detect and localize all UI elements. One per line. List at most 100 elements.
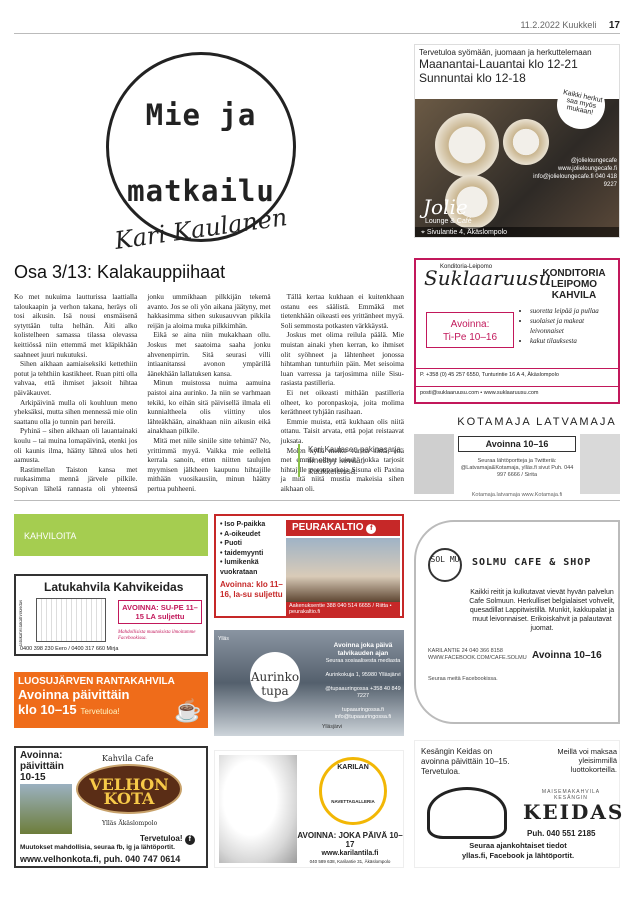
paragraph: Mitä met niile siniile sitte tehimä? No,… [147,435,271,493]
jolie-tagline: Tervetuloa syömään, juomaan ja herkuttel… [419,48,592,57]
list-item: • A-oikeudet [220,530,261,538]
goat-photo [219,755,297,863]
article-headline: Osa 3/13: Kalakauppiihaat [14,262,226,282]
jolie-brand-sub: Lounge & Café [425,218,472,225]
jolie-ad[interactable]: Tervetuloa syömään, juomaan ja herkuttel… [414,44,620,238]
latu-open: AVOINNA: SU-PE 11–15 LA suljettu [118,600,202,624]
kids-photo [20,784,72,834]
velhon-web[interactable]: www.velhonkota.fi, puh. 040 747 0614 [20,854,180,864]
logo-line1: Mie ja [145,98,257,132]
list-item: • Iso P-paikka [220,521,266,528]
kota-open: Avoinna 10–16 [458,436,576,452]
solmu-body: Kaikki reitit ja kulkutavat vievät hyvän… [469,589,615,632]
kota-photo-right [580,434,620,494]
karilan-address: 040 589 638, Karilantie 31, Äkäslompolo [309,859,391,864]
paragraph: Joskus met olima reilula päälä. Mie muis… [280,330,404,388]
solmu-address: KARILANTIE 24 040 366 8158 WWW.FACEBOOK.… [428,648,527,661]
peura-services: • Iso P-paikka • A-oikeudet • Puoti • ta… [220,520,282,577]
list-item: kakut tilauksesta [530,336,616,346]
karilan-seal: KARILAN NAVETTAGALLERIA [319,757,387,825]
aurinkotupa-ad[interactable]: Ylläs Aurinko tupa Avoinna joka päivä ta… [214,630,404,736]
suklaa-contact: P. +358 (0) 45 257 6550, Tunturintie 16 … [416,368,618,378]
cabin-photo [286,538,400,602]
karilan-web[interactable]: www.karilantila.fi [297,850,403,857]
luosujarvi-ad[interactable]: LUOSUJÄRVEN RANTAKAHVILA Avoinna päivitt… [14,672,208,728]
velhon-place: Ylläs Äkäslompolo [102,820,158,827]
peura-title: PEURAKALTIO f [286,520,400,536]
jolie-address: ⌖ Sivulantie 4, Äkäslompolo [415,227,619,237]
suklaa-open-label: Avoinna: [450,319,490,330]
list-item: suolaiset ja makeat leivonnaiset [530,316,616,336]
aurinko-logo: Aurinko tupa [250,652,300,702]
page-number: 17 [608,20,620,31]
kota-photo-left [414,434,454,494]
luos-welcome: Tervetuloa! [80,707,120,716]
paragraph: Ko met nukuima lautturissa laattialla ta… [14,292,138,359]
paragraph: Pyhinä – sihen aikhaan oli lauantainaki … [14,426,138,465]
series-note: Kari Kaulasen pakinasarja ilmestyy kevää… [298,444,402,477]
solmu-open: Avoinna 10–16 [532,650,602,661]
section-label-kahviloita: KAHVILOITA [14,514,208,556]
latu-title: Latukahvila Kahvikeidas [44,580,184,594]
keidas-follow1: Seuraa ajankohtaiset tiedot [469,841,567,850]
solmu-ad[interactable]: SOL MU SOLMU CAFE & SHOP Kaikki reitit j… [414,520,620,724]
peura-open: Avoinna: klo 11–16, la-su suljettu [220,580,283,599]
facebook-icon[interactable]: f [184,835,195,845]
latu-side-text: latukahvilakahvikeidas [19,599,24,646]
solmu-circle-logo: SOL MU [428,548,462,582]
keidas-logo-mark [427,787,507,839]
luos-title: LUOSUJÄRVEN RANTAKAHVILA [18,676,175,687]
list-item: • taidemyynti [220,549,264,557]
paragraph: Arkipäivinä mulla oli kouhluun meno yhek… [14,397,138,426]
suklaa-items: suoretta leipää ja pullaa suolaiset ja m… [520,306,616,346]
kota-info: Seuraa lähtöportteja ja Twitteriä: @Latv… [460,458,574,478]
facebook-icon[interactable]: f [366,524,377,534]
jolie-hours1: Maanantai-Lauantai klo 12-21 [419,57,578,71]
latukahvila-ad[interactable]: latukahvilakahvikeidas Latukahvila Kahvi… [14,574,208,656]
solmu-facebook[interactable]: Seuraa meitä Facebookissa. [428,676,498,682]
velhon-logo: VELHON KOTA [76,764,182,814]
paragraph: Sihen aikhaan aamiaiseksiki kettethiin p… [14,359,138,397]
keidas-phone: Puh. 040 551 2185 [527,829,596,838]
kota-title: KOTAMAJA LATVAMAJA [457,416,617,428]
list-item: suoretta leipää ja pullaa [530,306,616,316]
list-item: • lumikenkä vuokrataan [220,559,259,576]
section-divider [14,500,620,501]
paragraph: Ei net oikeasti mithään pastilleria olhe… [280,387,404,417]
karilan-ad[interactable]: KARILAN NAVETTAGALLERIA AVOINNA: JOKA PÄ… [214,750,404,868]
keidas-left: Kesängin Keidas on avoinna päivittäin 10… [421,747,510,776]
logo-line2: matkailu [127,174,275,208]
column-logo: Mie ja matkailu Kari Kaulanen [106,52,296,255]
paragraph: Emmie muista, että kukhaan olis niitä ot… [280,416,404,445]
peurakaltio-ad[interactable]: • Iso P-paikka • A-oikeudet • Puoti • ta… [214,514,404,618]
paragraph: Eikä se aina niin mukakhaan ollu. Joskus… [147,330,271,378]
list-item: • Puoti [220,540,242,547]
suklaaruusu-ad[interactable]: Konditoria-Leipomo Suklaaruusu KONDITORI… [414,258,620,404]
date-section: 11.2.2022 Kuukkeli [520,20,597,30]
keidas-right: Meillä voi maksaa yleisimmillä luottokor… [557,747,617,774]
aurinko-info: Avoinna joka päivä talvikauden ajan Seur… [325,642,401,720]
suklaa-logo: Konditoria-Leipomo Suklaaruusu [424,264,552,290]
suklaa-title: KONDITORIA LEIPOMO KAHVILA [542,268,606,301]
kota-footer: Kotamaja.latvamaja www.Kotamaja.fi [471,492,563,498]
paragraph: Tällä kertaa kukhaan ei kuitenkhaan osta… [280,292,404,330]
latu-phones: 0400 398 230 Eero / 0400 317 660 Mirja [20,646,119,652]
jolie-brand: Jolie [423,195,468,219]
keidas-follow2: yllas.fi, Facebook ja lähtöportit. [461,851,575,860]
velhon-open: Avoinna: päivittäin 10-15 [20,750,64,783]
hut-drawing [36,598,106,642]
solmu-name: SOLMU CAFE & SHOP [472,557,592,568]
velhon-changes: Muutokset mahdollisia, seuraa fb, ig ja … [20,844,175,851]
suklaa-open-box: Avoinna: Ti-Pe 10–16 [426,312,514,348]
suklaa-web[interactable]: posti@suklaaruusu.com • www.suklaaruusu.… [416,386,618,396]
velhonkota-ad[interactable]: Avoinna: päivittäin 10-15 Kahvila Cafe V… [14,746,208,868]
article-body: Ko met nukuima lautturissa laattialla ta… [14,292,404,532]
place-yllas: Ylläs [218,636,229,642]
logo-author: Kari Kaulanen [112,203,290,255]
peura-footer: Aakenuksentie 388 040 514 6655 / Riitta … [286,602,400,616]
kesangin-keidas-ad[interactable]: Kesängin Keidas on avoinna päivittäin 10… [414,740,625,868]
kotamaja-ad[interactable]: KOTAMAJA LATVAMAJA Avoinna 10–16 Seuraa … [414,416,620,506]
keidas-brand: MAISEMAKAHVILA KESÄNGIN KEIDAS [523,789,625,824]
suklaa-open-hours: Ti-Pe 10–16 [442,332,498,343]
jolie-social: @jolieloungecafe www.jolieloungecafe.fi … [533,158,617,188]
